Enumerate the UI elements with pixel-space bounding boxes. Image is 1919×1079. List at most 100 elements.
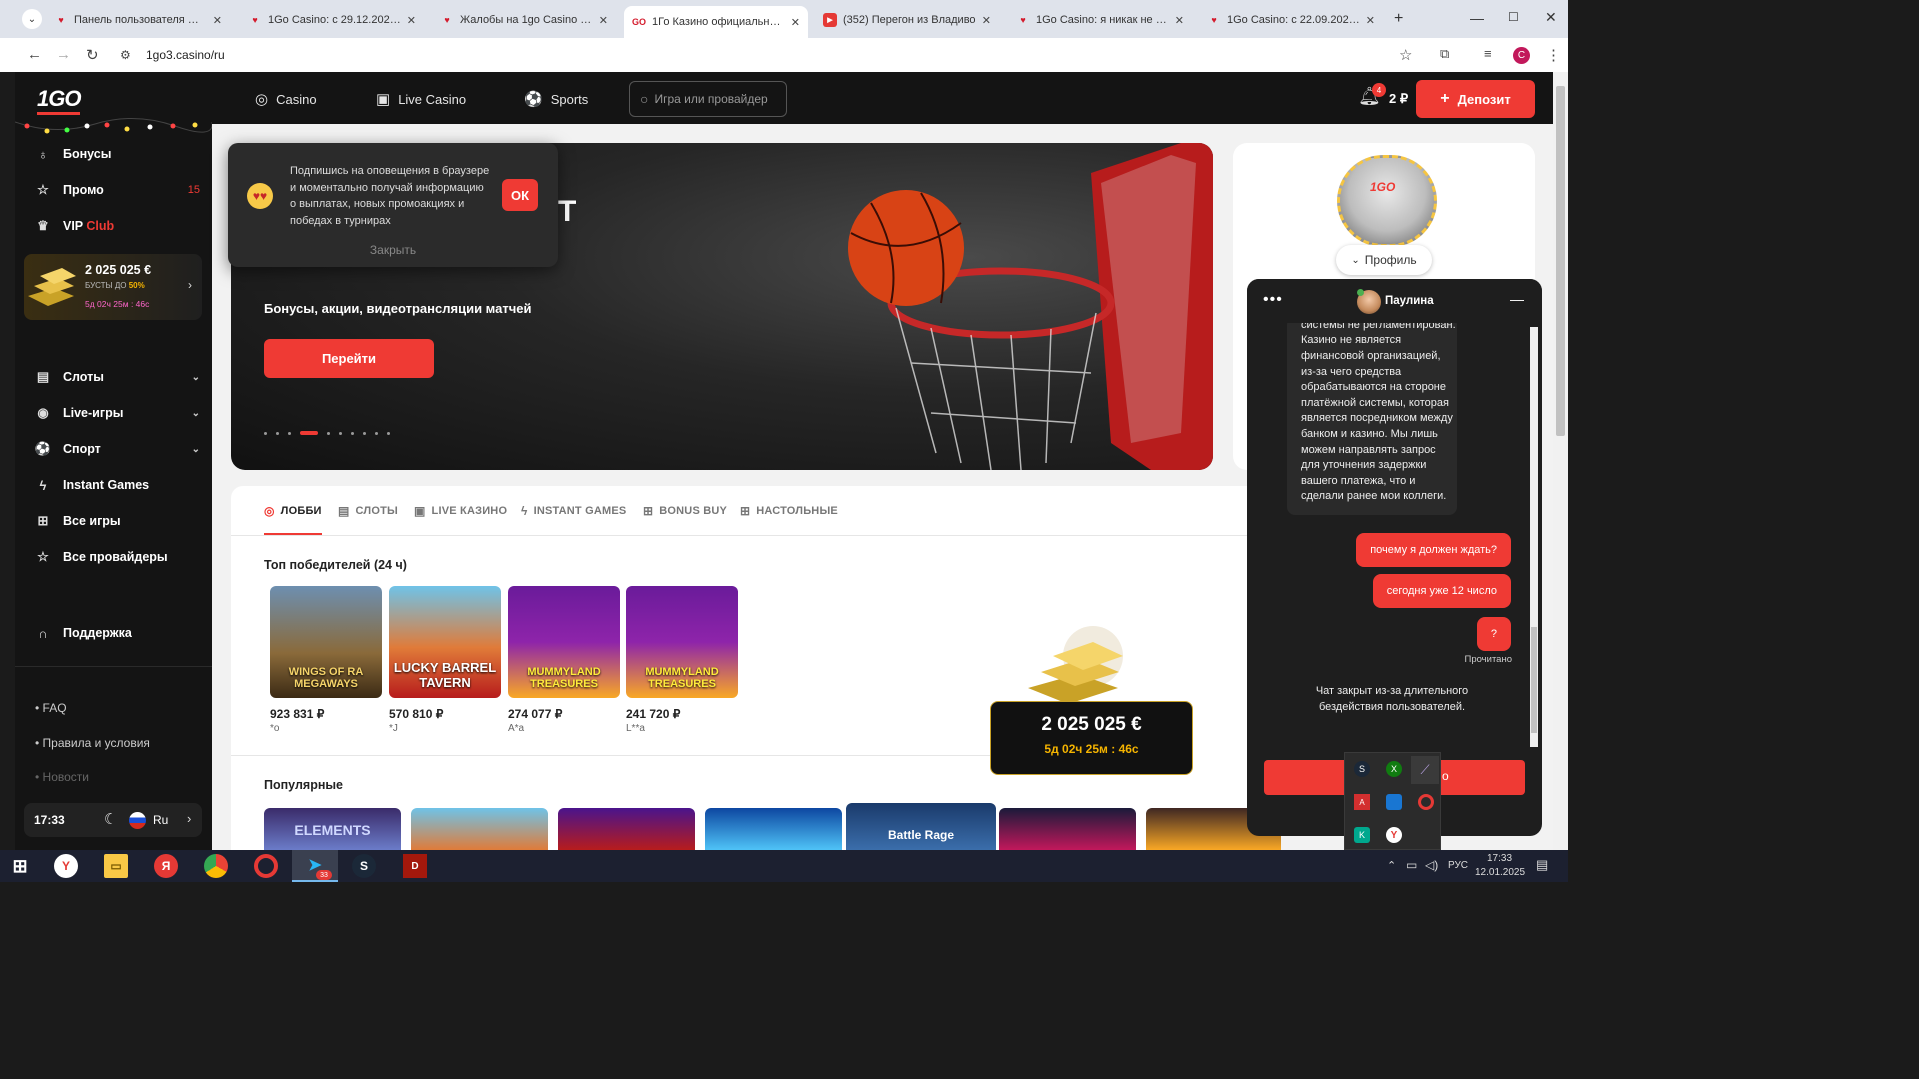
minimize-chat-button[interactable]: — [1510,291,1524,307]
sidebar-item-sport-ball[interactable]: ⚽ Спорт ⌄ [35,441,200,457]
url-field[interactable]: 1go3.casino/ru [146,48,225,62]
carousel-dot[interactable] [339,431,342,435]
browser-tab[interactable]: ♥ 1Go Casino: с 22.09.2024 не м ✕ [1199,6,1383,34]
opera-tray-icon[interactable] [1418,794,1434,810]
browser-menu-icon[interactable]: ⋮ [1546,46,1561,64]
game-card-popular[interactable] [558,808,695,850]
jackpot-widget[interactable]: 2 025 025 € БУСТЫ ДО 50% 5д 02ч 25м : 46… [24,254,202,320]
sidebar-item-slots[interactable]: ▤ Слоты ⌄ [35,369,200,385]
close-tab-icon[interactable]: ✕ [407,14,416,27]
steam-icon[interactable]: S [352,854,376,878]
browser-tab[interactable]: ♥ Жалобы на 1go Casino | Спис ✕ [432,6,616,34]
russian-flag-icon[interactable] [129,812,146,829]
sidebar-item-star[interactable]: ☆ Все провайдеры [35,549,200,565]
game-card-popular[interactable] [411,808,548,850]
popup-close-link[interactable]: Закрыть [228,243,558,257]
chat-scrollbar[interactable] [1530,327,1538,747]
language-label[interactable]: Ru [153,813,168,827]
notification-center-icon[interactable]: ▤ [1536,857,1548,873]
helmet-avatar[interactable] [1337,155,1437,247]
opera-icon[interactable] [254,854,278,878]
sidebar-link-news[interactable]: • Новости [35,770,89,784]
game-card-lucky-barrel[interactable]: LUCKY BARREL TAVERN [389,586,501,698]
game-card-wings-of-ra[interactable]: WINGS OF RA MEGAWAYS [270,586,382,698]
carousel-dot[interactable] [327,431,330,435]
more-options-icon[interactable]: ••• [1263,291,1283,309]
xbox-tray-icon[interactable]: X [1386,761,1402,777]
tab-list-button[interactable]: ⌄ [22,9,42,29]
carousel-dot[interactable] [264,431,267,435]
extensions-icon[interactable]: ⧉ [1440,46,1449,62]
game-card-popular[interactable] [705,808,842,850]
close-tab-icon[interactable]: ✕ [1366,14,1375,27]
browser-tab[interactable]: ▶ (352) Перегон из Владиво ✕ [815,6,999,34]
yandex-browser-icon[interactable]: Y [54,854,78,878]
sidebar-link-rules[interactable]: • Правила и условия [35,736,150,750]
nav-casino[interactable]: ◎ Casino [255,90,317,108]
browser-tab[interactable]: ♥ Панель пользователя Gismagic ✕ [46,6,230,34]
sidebar-item-bonuses[interactable]: ♁ Бонусы [35,146,200,162]
moon-icon[interactable]: ☾ [104,810,117,828]
balance-value[interactable]: 2 ₽ [1389,91,1408,107]
carousel-dot[interactable] [375,431,378,435]
page-scrollbar[interactable] [1553,72,1568,850]
site-settings-icon[interactable]: ⚙ [120,48,131,62]
dota-icon[interactable]: D [403,854,427,878]
lobby-tab-slots[interactable]: ▤ СЛОТЫ [338,504,398,518]
nav-live-casino[interactable]: ▣ Live Casino [376,90,466,108]
carousel-dot[interactable] [276,431,279,435]
maximize-button[interactable]: ☐ [1508,10,1519,24]
chrome-icon[interactable] [204,854,228,878]
lobby-tab-lobby[interactable]: ◎ ЛОББИ [264,504,322,518]
kaspersky-tray-icon[interactable]: K [1354,827,1370,843]
steam-tray-icon[interactable]: S [1354,761,1370,777]
profile-avatar[interactable]: C [1513,47,1530,64]
game-card-mummyland-1[interactable]: MUMMYLAND TREASURES [508,586,620,698]
media-icon[interactable]: ≡ [1484,46,1492,61]
amd-tray-icon[interactable]: A [1354,794,1370,810]
network-icon[interactable]: ▭ [1406,858,1417,872]
lobby-tab-lightning[interactable]: ϟ INSTANT GAMES [521,504,626,518]
carousel-dot[interactable] [387,431,390,435]
carousel-dot[interactable] [363,431,366,435]
sidebar-item-support[interactable]: ∩ Поддержка [35,625,200,641]
tray-expand-chevron-icon[interactable]: ⌃ [1387,859,1396,872]
input-language[interactable]: РУС [1448,860,1468,871]
volume-icon[interactable]: ◁) [1425,858,1438,872]
windows-start-icon[interactable]: ⊞ [8,854,32,878]
browser-tab[interactable]: ♥ 1Go Casino: я никак не могу п ✕ [1008,6,1192,34]
popup-ok-button[interactable]: ОК [502,179,538,211]
bookmark-star-icon[interactable]: ☆ [1399,46,1412,64]
game-card-battle-rage[interactable]: Battle Rage [846,803,996,850]
new-tab-button[interactable]: + [1394,10,1403,28]
sidebar-item-promo[interactable]: ☆ Промо 15 [35,182,200,198]
sidebar-item-grid[interactable]: ⊞ Все игры [35,513,200,529]
chat-scrollbar-thumb[interactable] [1531,627,1537,733]
page-scrollbar-thumb[interactable] [1556,86,1565,436]
taskbar-date[interactable]: 12.01.2025 [1475,867,1525,878]
lobby-tab-gift[interactable]: ⊞ BONUS BUY [643,504,727,518]
yandex-icon[interactable]: Я [154,854,178,878]
reload-icon[interactable]: ↻ [86,46,99,64]
close-tab-icon[interactable]: ✕ [1175,14,1184,27]
close-window-button[interactable]: ✕ [1545,9,1557,26]
back-icon[interactable]: ← [27,46,42,63]
game-card-elements[interactable]: ELEMENTS [264,808,401,850]
forward-icon[interactable]: → [56,46,71,63]
feather-tray-icon[interactable]: ⟋ [1411,756,1439,784]
banner-go-button[interactable]: Перейти [264,339,434,378]
game-card-popular[interactable] [999,808,1136,850]
file-explorer-icon[interactable]: ▭ [104,854,128,878]
yandex-tray-icon[interactable]: Y [1386,827,1402,843]
game-card-mummyland-2[interactable]: MUMMYLAND TREASURES [626,586,738,698]
sidebar-link-faq[interactable]: • FAQ [35,701,67,715]
profile-button[interactable]: ⌄ Профиль [1336,245,1432,275]
sidebar-item-live[interactable]: ◉ Live-игры ⌄ [35,405,200,421]
browser-tab[interactable]: ♥ 1Go Casino: с 29.12.2024 не сн ✕ [240,6,424,34]
sidebar-item-lightning[interactable]: ϟ Instant Games [35,477,200,493]
lobby-tab-live[interactable]: ▣ LIVE КАЗИНО [414,504,507,518]
close-tab-icon[interactable]: ✕ [791,16,800,29]
close-tab-icon[interactable]: ✕ [213,14,222,27]
lobby-tab-table-games[interactable]: ⊞ НАСТОЛЬНЫЕ [740,504,838,518]
nav-sports[interactable]: ⚽ Sports [524,90,588,108]
